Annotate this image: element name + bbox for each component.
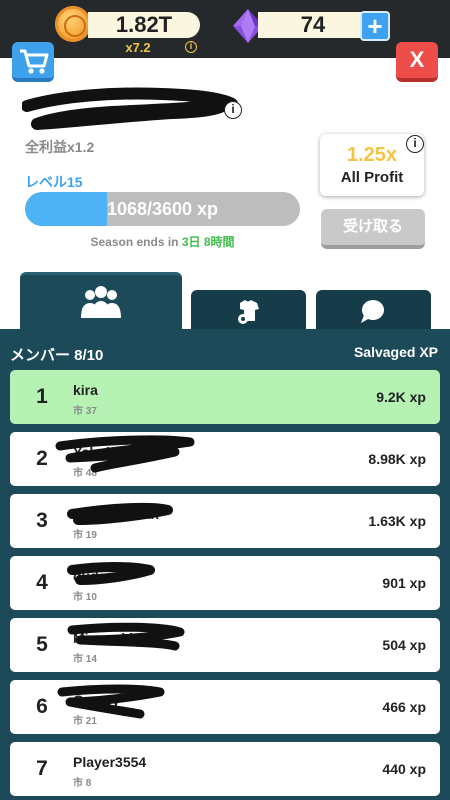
season-prefix: Season ends in <box>90 235 182 249</box>
member-city: 市 48 <box>73 468 97 479</box>
members-count: メンバー 8/10 <box>10 347 104 364</box>
claim-button[interactable]: 受け取る <box>321 209 425 249</box>
member-city: 市 19 <box>73 530 97 541</box>
currency-bar: 1.82T x7.2 i 74 + <box>0 0 450 58</box>
profit-info-icon[interactable]: i <box>406 135 424 153</box>
coin-info-icon[interactable]: i <box>185 41 197 53</box>
list-item[interactable]: 7 Player3554 市 8 440 xp <box>10 742 440 796</box>
salvaged-xp-header: Salvaged XP <box>353 344 438 360</box>
member-rank: 7 <box>36 757 48 780</box>
chat-icon <box>361 300 384 323</box>
member-name: Player3554 <box>73 754 147 770</box>
gem-balance: 74 <box>258 12 368 38</box>
member-rank: 3 <box>36 509 48 532</box>
member-city: 市 8 <box>73 778 92 789</box>
cart-icon <box>20 49 49 74</box>
list-item[interactable]: 6 Gamey 市 21 466 xp <box>10 680 440 734</box>
season-countdown: Season ends in 3日 8時間 <box>25 233 300 250</box>
members-list: 1 kira 市 37 9.2K xp 2 Yakult 市 48 8.98K … <box>10 370 440 800</box>
member-xp: 440 xp <box>382 761 426 777</box>
member-name: duda <box>73 568 107 584</box>
list-item[interactable]: 1 kira 市 37 9.2K xp <box>10 370 440 424</box>
tab-chat[interactable] <box>316 290 431 332</box>
close-button[interactable]: X <box>396 42 438 82</box>
list-item[interactable]: 4 duda 市 10 901 xp <box>10 556 440 610</box>
redacted-team-name <box>22 87 238 130</box>
member-rank: 1 <box>36 385 48 408</box>
team-info-icon[interactable]: i <box>224 101 242 119</box>
members-panel: メンバー 8/10 Salvaged XP 1 kira 市 37 9.2K x… <box>0 329 450 800</box>
member-city: 市 37 <box>73 406 97 417</box>
tab-members[interactable] <box>20 272 182 332</box>
member-rank: 4 <box>36 571 48 594</box>
member-xp: 1.63K xp <box>368 513 426 529</box>
list-item[interactable]: 5 Mizunoki 市 14 504 xp <box>10 618 440 672</box>
tab-outfits[interactable] <box>191 290 306 332</box>
member-xp: 901 xp <box>382 575 426 591</box>
list-item[interactable]: 2 Yakult 市 48 8.98K xp <box>10 432 440 486</box>
member-rank: 2 <box>36 447 48 470</box>
member-name: Mizunoki <box>73 630 133 646</box>
xp-progress-bar: 1068/3600 xp <box>25 192 300 226</box>
member-name: Gamey <box>73 692 120 708</box>
member-name: Yorozuyasan <box>73 506 160 522</box>
member-xp: 504 xp <box>382 637 426 653</box>
shirt-gear-icon <box>238 300 259 324</box>
xp-progress-label: 1068/3600 xp <box>106 199 219 219</box>
member-city: 市 14 <box>73 654 97 665</box>
member-xp: 466 xp <box>382 699 426 715</box>
member-city: 市 10 <box>73 592 97 603</box>
member-city: 市 21 <box>73 716 97 727</box>
season-remaining: 3日 8時間 <box>181 235 235 249</box>
member-xp: 9.2K xp <box>376 389 426 405</box>
all-profit-label: All Profit <box>340 169 404 186</box>
level-label: レベル15 <box>25 174 83 190</box>
total-profit-bonus: 全利益x1.2 <box>25 139 95 155</box>
coin-balance: 1.82T <box>88 12 200 38</box>
members-icon <box>81 286 121 318</box>
coin-multiplier: x7.2 <box>125 40 151 55</box>
member-name: kira <box>73 382 98 398</box>
coin-icon <box>55 6 91 42</box>
list-item[interactable]: 3 Yorozuyasan 市 19 1.63K xp <box>10 494 440 548</box>
member-rank: 5 <box>36 633 48 656</box>
member-rank: 6 <box>36 695 48 718</box>
add-gems-button[interactable]: + <box>360 11 390 41</box>
member-name: Yakult <box>73 444 115 460</box>
member-xp: 8.98K xp <box>368 451 426 467</box>
shop-button[interactable] <box>12 42 54 82</box>
